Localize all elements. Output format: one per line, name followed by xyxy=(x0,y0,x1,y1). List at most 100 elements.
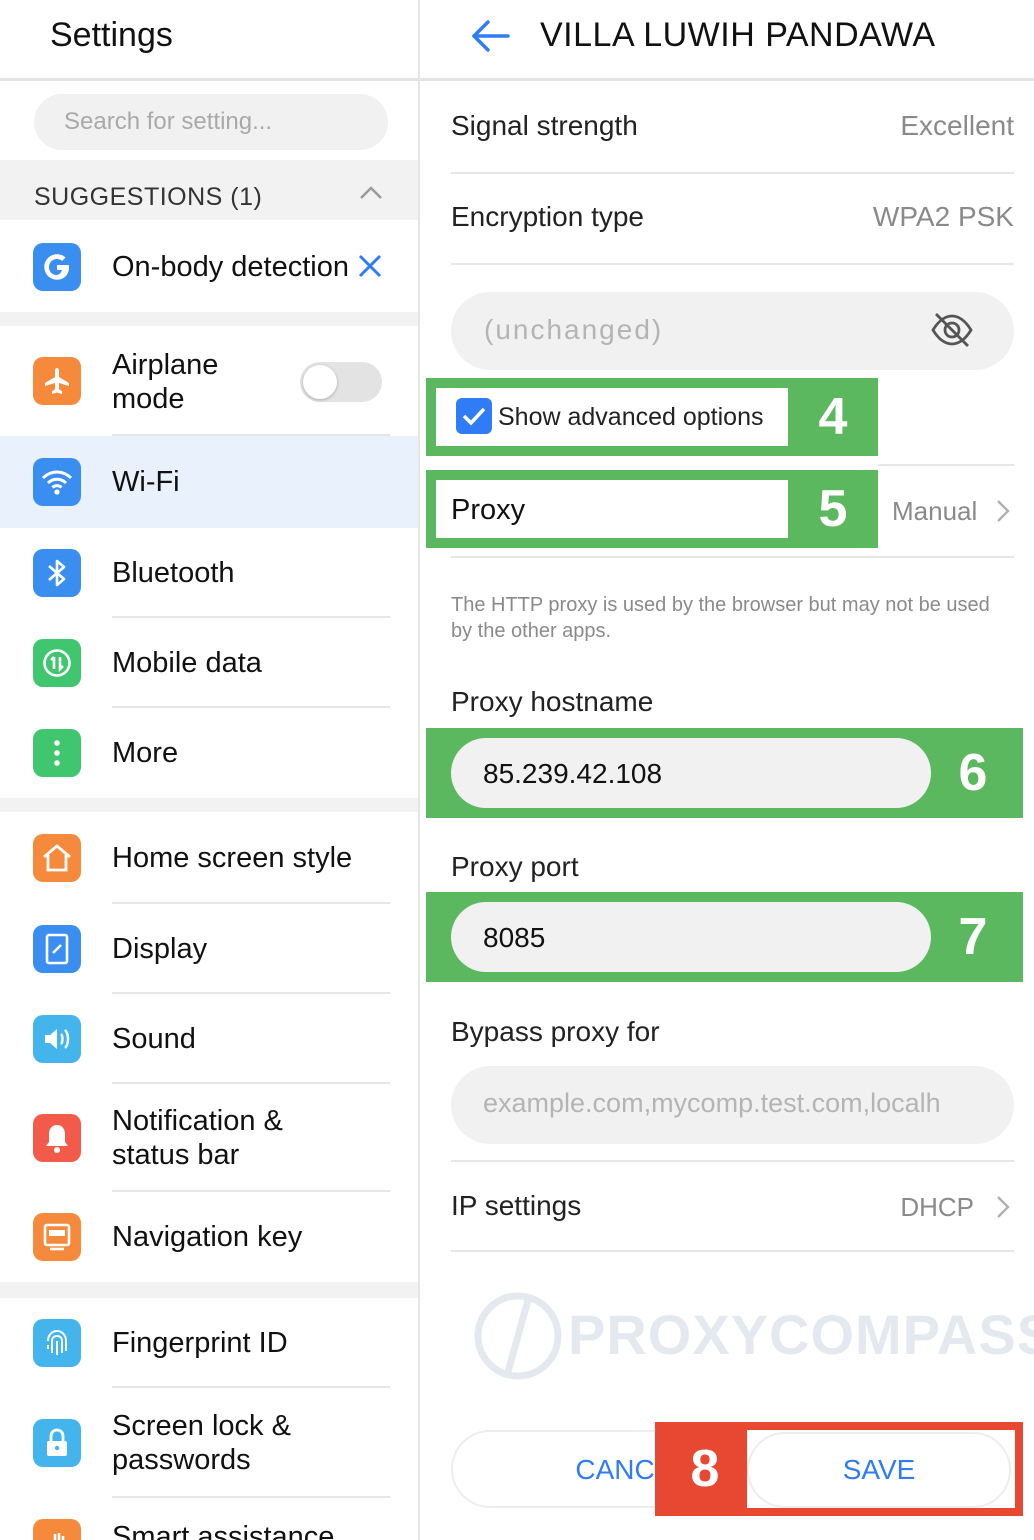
proxy-port-input[interactable]: 8085 xyxy=(451,902,931,972)
encryption-type-row: Encryption type WPA2 PSK xyxy=(451,201,1014,241)
settings-sidebar: Settings Search for setting... SUGGESTIO… xyxy=(0,0,420,1540)
home-icon xyxy=(33,834,81,882)
sidebar-item-label: Mobile data xyxy=(112,647,262,679)
chevron-right-icon[interactable] xyxy=(994,1193,1012,1221)
settings-title: Settings xyxy=(50,16,173,54)
signal-strength-value: Excellent xyxy=(900,110,1014,141)
bypass-proxy-input[interactable]: example.com,mycomp.test.com,localh xyxy=(451,1066,1014,1144)
google-g-icon xyxy=(33,243,81,291)
row-divider xyxy=(451,263,1014,265)
proxy-hostname-value: 85.239.42.108 xyxy=(483,758,663,789)
airplane-icon xyxy=(33,357,81,405)
password-placeholder: (unchanged) xyxy=(484,314,664,345)
sidebar-item-fingerprint-id[interactable]: Fingerprint ID xyxy=(0,1298,418,1388)
bluetooth-icon xyxy=(33,549,81,597)
section-divider xyxy=(0,312,418,326)
header-divider xyxy=(420,78,1034,81)
mobile-data-icon xyxy=(33,639,81,687)
ip-settings-row[interactable]: IP settings DHCP xyxy=(451,1190,1014,1230)
wifi-icon xyxy=(33,458,81,506)
section-divider xyxy=(0,1282,418,1298)
sidebar-item-label: Fingerprint ID xyxy=(112,1327,288,1359)
section-divider xyxy=(0,798,418,812)
network-title: VILLA LUWIH PANDAWA xyxy=(540,16,936,54)
back-arrow-icon[interactable] xyxy=(468,14,512,58)
proxy-mode-value[interactable]: Manual xyxy=(892,496,977,527)
sidebar-item-label: Screen lock & passwords xyxy=(112,1410,291,1476)
proxy-label: Proxy xyxy=(451,494,526,526)
watermark-text: PROXYCOMPASS xyxy=(568,1303,1034,1366)
checkmark-icon xyxy=(462,407,486,426)
sidebar-item-label: Smart assistance xyxy=(112,1521,335,1540)
sidebar-item-mobile-data[interactable]: Mobile data xyxy=(0,618,418,708)
bypass-proxy-label: Bypass proxy for xyxy=(451,1016,660,1047)
chevron-right-icon[interactable] xyxy=(994,497,1012,525)
sidebar-item-label: Airplane mode xyxy=(112,349,219,415)
sidebar-item-notification[interactable]: Notification & status bar xyxy=(0,1084,418,1192)
proxycompass-watermark: PROXYCOMPASS xyxy=(470,1288,1034,1388)
show-advanced-label: Show advanced options xyxy=(498,403,764,431)
signal-strength-label: Signal strength xyxy=(451,110,638,141)
ip-settings-label: IP settings xyxy=(451,1190,582,1221)
wifi-network-details: VILLA LUWIH PANDAWA Signal strength Exce… xyxy=(420,0,1034,1540)
step-number-5: 5 xyxy=(788,470,878,548)
proxy-port-label: Proxy port xyxy=(451,851,579,882)
sidebar-item-sound[interactable]: Sound xyxy=(0,994,418,1084)
sidebar-item-home-screen-style[interactable]: Home screen style xyxy=(0,812,418,904)
sidebar-item-smart-assistance[interactable]: Smart assistance xyxy=(0,1498,418,1540)
sidebar-item-display[interactable]: Display xyxy=(0,904,418,994)
step-number-6: 6 xyxy=(932,738,1014,808)
suggestions-label: SUGGESTIONS (1) xyxy=(34,183,263,211)
password-field[interactable]: (unchanged) xyxy=(451,292,1014,370)
step-number-4: 4 xyxy=(788,378,878,456)
hide-password-icon[interactable] xyxy=(930,310,974,350)
sidebar-item-label: Wi-Fi xyxy=(112,466,180,498)
close-icon[interactable] xyxy=(356,252,384,280)
row-divider xyxy=(878,464,1014,466)
fingerprint-icon xyxy=(33,1319,81,1367)
navigation-key-icon xyxy=(33,1213,81,1261)
signal-strength-row: Signal strength Excellent xyxy=(451,110,1014,150)
save-button[interactable]: SAVE xyxy=(747,1432,1011,1508)
sidebar-item-screen-lock[interactable]: Screen lock & passwords xyxy=(0,1388,418,1498)
encryption-type-label: Encryption type xyxy=(451,201,644,232)
row-divider xyxy=(451,172,1014,174)
lock-icon xyxy=(33,1419,81,1467)
compass-logo-icon xyxy=(474,1292,562,1380)
more-icon xyxy=(33,729,81,777)
sidebar-item-airplane-mode[interactable]: Airplane mode xyxy=(0,326,418,436)
encryption-type-value: WPA2 PSK xyxy=(872,201,1014,232)
sidebar-item-wifi[interactable]: Wi-Fi xyxy=(0,436,418,528)
sidebar-item-navigation-key[interactable]: Navigation key xyxy=(0,1192,418,1282)
suggestion-label: On-body detection xyxy=(112,251,349,283)
hand-icon xyxy=(33,1519,81,1540)
ip-settings-value: DHCP xyxy=(900,1192,974,1222)
sidebar-item-label: Notification & status bar xyxy=(112,1105,283,1171)
bypass-proxy-placeholder: example.com,mycomp.test.com,localh xyxy=(483,1088,941,1118)
show-advanced-checkbox[interactable] xyxy=(456,398,492,434)
header-divider xyxy=(0,78,418,81)
sound-icon xyxy=(33,1015,81,1063)
step-number-7: 7 xyxy=(932,902,1014,972)
row-divider xyxy=(451,1160,1014,1162)
row-divider xyxy=(451,556,1014,558)
proxy-hostname-input[interactable]: 85.239.42.108 xyxy=(451,738,931,808)
notification-icon xyxy=(33,1114,81,1162)
sidebar-item-label: More xyxy=(112,737,179,769)
sidebar-item-bluetooth[interactable]: Bluetooth xyxy=(0,528,418,618)
chevron-up-icon[interactable] xyxy=(358,180,384,206)
airplane-mode-toggle[interactable] xyxy=(300,362,382,402)
sidebar-item-more[interactable]: More xyxy=(0,708,418,798)
sidebar-item-label: Bluetooth xyxy=(112,557,235,589)
save-label: SAVE xyxy=(842,1454,916,1485)
row-divider xyxy=(451,1250,1014,1252)
sidebar-item-label: Navigation key xyxy=(112,1221,303,1253)
proxy-note: The HTTP proxy is used by the browser bu… xyxy=(451,594,990,642)
proxy-hostname-label: Proxy hostname xyxy=(451,686,654,717)
proxy-port-value: 8085 xyxy=(483,922,546,953)
sidebar-item-label: Home screen style xyxy=(112,842,353,874)
search-input[interactable]: Search for setting... xyxy=(34,94,388,150)
sidebar-item-label: Sound xyxy=(112,1023,196,1055)
suggestion-item-on-body-detection[interactable]: On-body detection xyxy=(0,222,418,312)
step-number-8: 8 xyxy=(663,1430,747,1508)
